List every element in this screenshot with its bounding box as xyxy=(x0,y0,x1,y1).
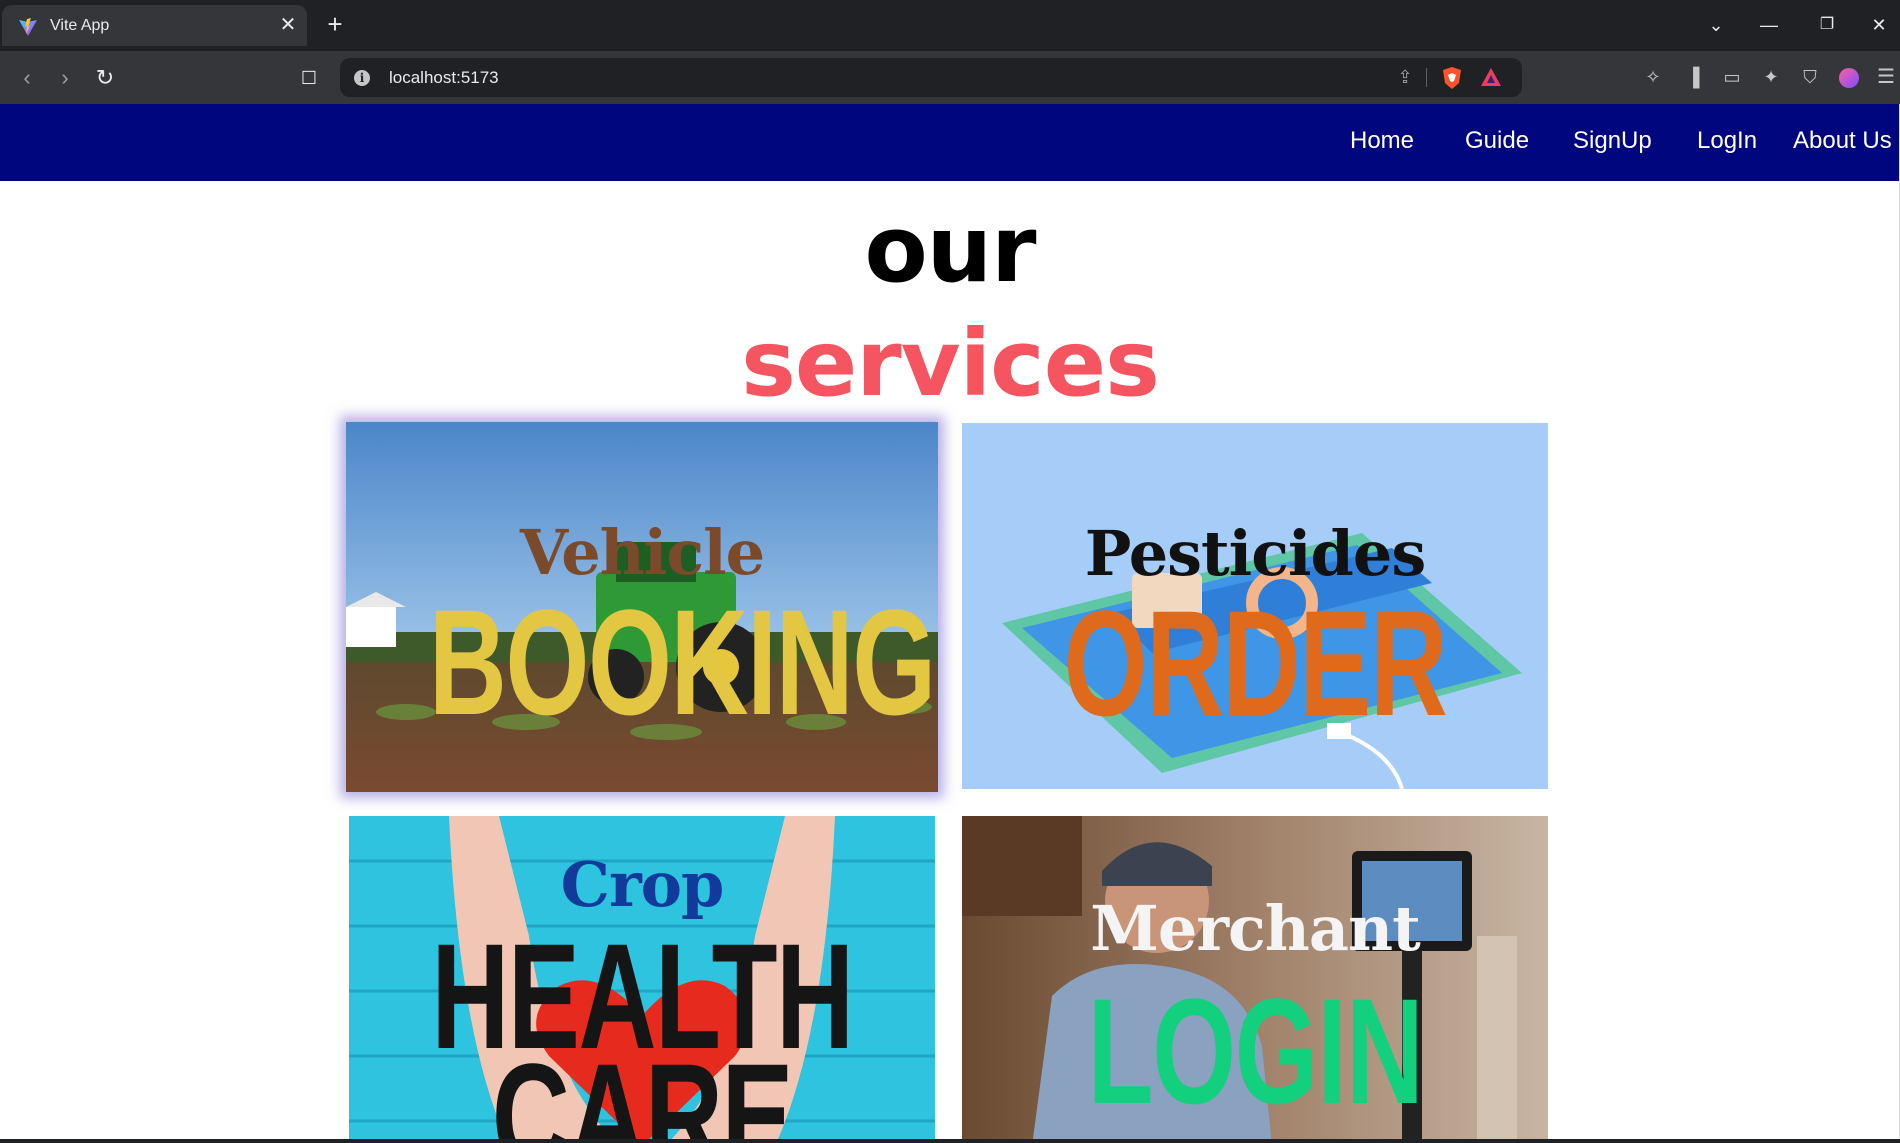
close-icon[interactable]: ✕ xyxy=(276,13,300,37)
service-card-merchant-login[interactable]: Merchant LOGIN xyxy=(962,816,1548,1139)
plus-icon[interactable]: + xyxy=(322,11,348,38)
brave-shield-icon[interactable] xyxy=(1441,66,1463,90)
page-viewport: Home Guide SignUp LogIn About Us our ser… xyxy=(0,104,1900,1139)
vpn-icon[interactable]: ⛉ xyxy=(1798,65,1822,89)
minimize-icon[interactable]: — xyxy=(1755,13,1783,37)
info-icon[interactable]: i xyxy=(354,70,370,86)
forward-icon[interactable]: › xyxy=(51,64,79,92)
profile-icon[interactable] xyxy=(1837,65,1861,89)
url-text[interactable]: localhost:5173 xyxy=(389,68,499,88)
service-card-vehicle-booking[interactable]: Vehicle BOOKING xyxy=(346,422,938,792)
share-icon[interactable]: ⇪ xyxy=(1394,66,1416,88)
sidebar-icon[interactable]: ▐ xyxy=(1681,65,1705,89)
extensions-icon[interactable]: ✧ xyxy=(1641,65,1665,89)
card-big-text: ORDER xyxy=(1063,579,1448,747)
tab-strip: Vite App ✕ + ⌄ — ❐ ✕ xyxy=(0,0,1900,51)
browser-tab[interactable]: Vite App ✕ xyxy=(2,5,307,46)
divider xyxy=(1426,68,1427,87)
window-bottom-edge xyxy=(0,1139,1900,1143)
menu-icon[interactable]: ☰ xyxy=(1874,65,1898,89)
tab-title: Vite App xyxy=(50,17,110,34)
service-card-crop-health-care[interactable]: Crop HEALTH CARE xyxy=(349,816,935,1139)
nav-login[interactable]: LogIn xyxy=(1697,127,1757,155)
restore-icon[interactable]: ❐ xyxy=(1813,13,1841,37)
leo-ai-icon[interactable]: ✦ xyxy=(1759,65,1783,89)
chevron-down-icon[interactable]: ⌄ xyxy=(1702,13,1730,37)
vite-favicon xyxy=(19,18,37,36)
nav-about-us[interactable]: About Us xyxy=(1793,127,1892,155)
reload-icon[interactable]: ↻ xyxy=(91,64,119,92)
bookmark-icon[interactable]: ☐ xyxy=(295,64,323,92)
card-top-text: Pesticides xyxy=(1084,517,1427,590)
card-top-text: Vehicle xyxy=(519,516,765,589)
card-big-text-2: CARE xyxy=(491,1032,794,1139)
wallet-icon[interactable]: ▭ xyxy=(1720,65,1744,89)
heading-our: our xyxy=(864,196,1036,303)
address-bar[interactable]: i localhost:5173 ⇪ xyxy=(340,58,1522,97)
heading-services: services xyxy=(741,310,1160,417)
nav-guide[interactable]: Guide xyxy=(1465,127,1529,155)
browser-toolbar: ‹ › ↻ ☐ i localhost:5173 ⇪ ✧ ▐ ▭ ✦ ⛉ ☰ xyxy=(0,51,1900,104)
card-top-text: Merchant xyxy=(1090,892,1420,965)
card-big-text: BOOKING xyxy=(428,578,936,746)
service-card-pesticides-order[interactable]: Pesticides ORDER xyxy=(962,423,1548,789)
close-window-icon[interactable]: ✕ xyxy=(1865,13,1893,37)
site-navbar: Home Guide SignUp LogIn About Us xyxy=(0,104,1900,181)
card-top-text: Crop xyxy=(560,848,725,921)
brave-rewards-icon[interactable] xyxy=(1480,67,1502,87)
card-big-text: LOGIN xyxy=(1087,967,1424,1135)
back-icon[interactable]: ‹ xyxy=(13,64,41,92)
nav-signup[interactable]: SignUp xyxy=(1573,127,1652,155)
nav-home[interactable]: Home xyxy=(1350,127,1414,155)
